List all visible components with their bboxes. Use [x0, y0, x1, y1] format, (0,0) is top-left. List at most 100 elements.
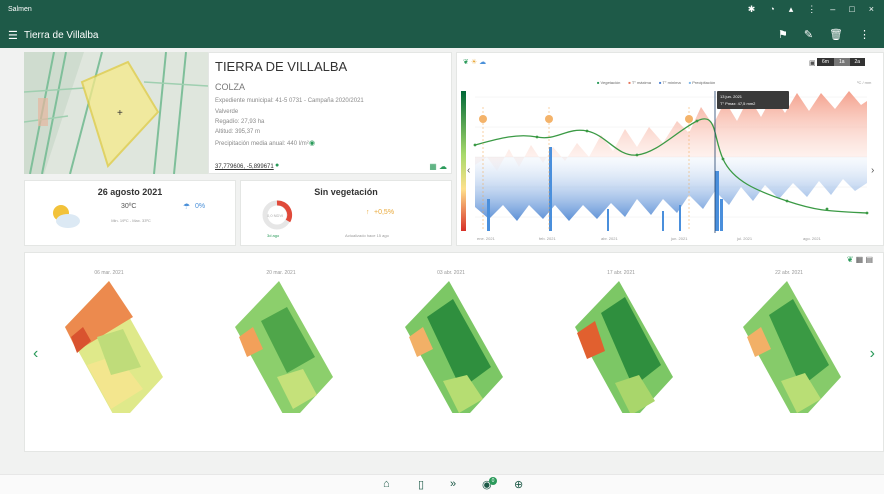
legend-precipitation[interactable]: ■ Precipitación — [689, 80, 715, 85]
thumbnail-date: 06 mar. 2021 — [94, 270, 124, 276]
header-actions: ⚑ ✎ 🗑 ⋮ — [778, 28, 870, 41]
svg-text:+: + — [117, 108, 123, 119]
flag-icon[interactable]: ⚑ — [778, 28, 788, 41]
ndvi-change: +0,5% — [374, 209, 395, 216]
satellite-thumbnail[interactable] — [217, 277, 353, 413]
cloud-layer-icon[interactable]: ☁ — [479, 59, 486, 66]
coordinates-link[interactable]: 37,779606, -5,899671 — [215, 164, 274, 170]
field-map[interactable]: + — [24, 52, 208, 174]
map-icon[interactable]: ▯ — [418, 478, 424, 491]
x-tick: feb. 2021 — [539, 236, 556, 241]
next-arrow-icon[interactable]: › — [870, 345, 875, 363]
minimize-icon[interactable]: – — [830, 4, 835, 15]
more-icon[interactable]: ⋮ — [807, 4, 816, 15]
system-controls: ✱ ◔ ▴ ⋮ – □ × — [748, 4, 874, 15]
field-name: TIERRA DE VILLALBA — [215, 59, 348, 74]
eye-icon[interactable]: ◉ — [309, 139, 315, 147]
menu-icon[interactable]: ☰ — [8, 29, 18, 42]
x-tick: jul. 2021 — [736, 236, 753, 241]
days-ago: 3d ago — [267, 233, 280, 238]
signal-icon: ▴ — [788, 4, 794, 14]
app-bar: ☰ Tierra de Villalba ⚑ ✎ 🗑 ⋮ — [0, 22, 884, 48]
satellite-thumbnail[interactable] — [47, 277, 183, 413]
page-title: Tierra de Villalba — [24, 30, 99, 41]
ndvi-scale-bar — [461, 91, 466, 231]
satellite-strip: ❦ ▦ ▤ ‹ › 06 mar. 2021 20 mar. 2021 03 a… — [24, 252, 884, 452]
home-icon[interactable]: ⌂ — [383, 478, 390, 490]
thumbnail-date: 17 abr. 2021 — [607, 270, 635, 276]
x-tick: abr. 2021 — [601, 236, 618, 241]
detail-line: Valverde — [215, 109, 239, 115]
thumbnail-date: 22 abr. 2021 — [775, 270, 803, 276]
x-tick: ene. 2021 — [477, 236, 496, 241]
x-tick: ago. 2021 — [803, 236, 822, 241]
system-bar: Salmen ✱ ◔ ▴ ⋮ – □ × — [0, 0, 884, 22]
rain-icon: ☂ — [183, 202, 191, 211]
account-icon[interactable]: ⊕ — [514, 478, 523, 491]
legend-tmax[interactable]: ■ T° máxima — [628, 80, 651, 85]
axis-unit: ºC / mm — [857, 80, 872, 85]
prev-arrow-icon[interactable]: ‹ — [33, 345, 38, 363]
gauge-label: 0,0 NDVI — [267, 213, 284, 218]
cloud-icon[interactable]: ☁ — [439, 162, 447, 171]
close-icon[interactable]: × — [869, 4, 874, 15]
chart-layer-toggles: ❦ ☀ ☁ — [463, 58, 486, 66]
range-button[interactable]: 6m — [817, 58, 834, 66]
climate-chart-card: ❦ ☀ ☁ ▣ 6m 1a 2a ■ Vegetación ■ T° máxim… — [456, 52, 884, 246]
satellite-thumbnail[interactable] — [725, 277, 861, 413]
chart-legend: ■ Vegetación ■ T° máxima ■ T° mínima ■ P… — [597, 80, 715, 85]
partly-cloudy-icon — [53, 205, 80, 228]
tooltip-date: 13 jun. 2021 — [720, 94, 743, 99]
thumbnail-date: 03 abr. 2021 — [437, 270, 465, 276]
wifi-icon: ◔ — [769, 4, 775, 14]
satellite-thumbnail[interactable] — [387, 277, 523, 413]
vegetation-card[interactable]: Sin vegetación 0,0 NDVI ↑ +0,5% 3d ago A… — [240, 180, 452, 246]
leaf-icon[interactable]: ❦ — [847, 255, 854, 264]
legend-tmin[interactable]: ■ T° mínima — [659, 80, 681, 85]
tooltip-value: T° Pmax: 47,5 mm2 — [720, 101, 756, 106]
chevrons-icon[interactable]: » — [450, 478, 456, 490]
sun-layer-icon[interactable]: ☀ — [471, 59, 477, 66]
detail-line: Expediente municipal: 41-5 0731 - Campañ… — [215, 98, 364, 104]
field-tools: ▦ ☁ — [429, 162, 447, 171]
weather-date: 26 agosto 2021 — [97, 187, 163, 197]
weather-card[interactable]: 26 agosto 2021 30ºC ☂ 0% Min. 19ºC - Max… — [24, 180, 236, 246]
calendar-icon[interactable]: ▣ — [809, 59, 816, 67]
field-info-card: TIERRA DE VILLALBA COLZA Expediente muni… — [208, 52, 452, 174]
more-vertical-icon[interactable]: ⋮ — [859, 28, 870, 41]
vegetation-layer-icon[interactable]: ❦ — [463, 59, 469, 66]
last-update: Actualizado hace 15 ago — [345, 233, 389, 238]
detail-line: Regadío: 27,93 ha — [215, 119, 265, 125]
temperature: 30ºC — [121, 203, 137, 210]
range-selector: 6m 1a 2a — [817, 58, 866, 66]
image-icon[interactable]: ▤ — [865, 255, 873, 264]
bottom-nav: ⌂ ▯ » ◉ 0 ⊕ — [0, 474, 884, 494]
app-name: Salmen — [8, 6, 32, 13]
tmin-area — [475, 157, 867, 221]
satellite-thumbnail[interactable] — [557, 277, 693, 413]
maximize-icon[interactable]: □ — [849, 4, 854, 15]
rain-probability: 0% — [195, 203, 206, 210]
temp-range: Min. 19ºC - Max. 33ºC — [111, 218, 151, 223]
location-pin-icon[interactable]: ● — [275, 162, 279, 169]
climate-chart: 13 jun. 2021 T° Pmax: 47,5 mm2 ene. 2021… — [461, 91, 874, 241]
chart-prev-icon: ‹ — [467, 165, 470, 176]
bluetooth-icon: ✱ — [747, 4, 756, 14]
crop-label: COLZA — [215, 82, 246, 92]
x-tick: jun. 2021 — [670, 236, 688, 241]
notification-badge: 0 — [489, 477, 497, 485]
detail-line: Altitud: 395,37 m — [215, 129, 261, 135]
strip-tools: ❦ ▦ ▤ — [847, 255, 873, 264]
delete-icon[interactable]: 🗑 — [829, 28, 843, 41]
range-button[interactable]: 1a — [833, 58, 850, 66]
range-button[interactable]: 2a — [849, 58, 866, 66]
vegetation-title: Sin vegetación — [314, 187, 378, 197]
detail-line: Precipitación media anual: 440 l/m² — [215, 141, 309, 147]
edit-icon[interactable]: ✎ — [804, 28, 813, 41]
grid-icon[interactable]: ▦ — [856, 255, 864, 264]
analytics-icon[interactable]: ▦ — [429, 162, 437, 171]
legend-vegetation[interactable]: ■ Vegetación — [597, 80, 620, 85]
chart-next-icon: › — [871, 165, 874, 176]
trend-up-icon: ↑ — [366, 209, 370, 216]
thumbnail-date: 20 mar. 2021 — [266, 270, 296, 276]
